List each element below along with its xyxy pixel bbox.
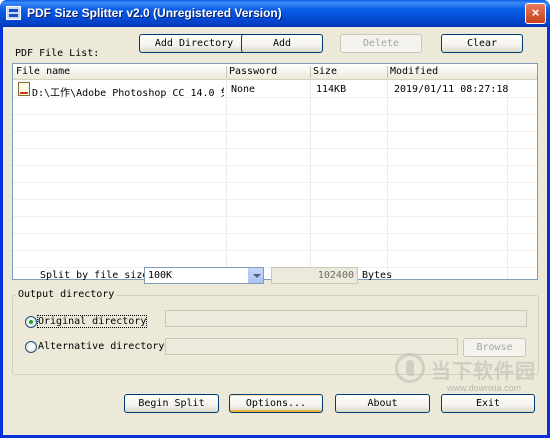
pdf-file-icon bbox=[18, 82, 30, 96]
column-header-password[interactable]: Password bbox=[229, 66, 277, 77]
add-button[interactable]: Add bbox=[241, 34, 323, 53]
pdf-file-list[interactable]: File name Password Size Modified D:\工作\A… bbox=[12, 63, 538, 280]
original-directory-field[interactable] bbox=[165, 310, 527, 327]
bytes-field[interactable]: 102400 bbox=[271, 267, 358, 284]
begin-split-button[interactable]: Begin Split bbox=[124, 394, 219, 413]
column-header-file-name[interactable]: File name bbox=[16, 66, 70, 77]
password-cell: None bbox=[231, 84, 256, 95]
column-header-size[interactable]: Size bbox=[313, 66, 337, 77]
close-button[interactable]: × bbox=[525, 3, 546, 24]
original-directory-label[interactable]: Original directory bbox=[36, 315, 148, 328]
bytes-unit-label: Bytes bbox=[362, 270, 393, 281]
chevron-down-icon[interactable] bbox=[248, 268, 263, 283]
split-by-size-label: Split by file size: bbox=[40, 270, 155, 281]
watermark-text: 当下软件园 bbox=[431, 359, 536, 383]
app-window: PDF Size Splitter v2.0 (Unregistered Ver… bbox=[0, 0, 550, 438]
size-cell: 114KB bbox=[316, 84, 347, 95]
options-button[interactable]: Options... bbox=[229, 394, 323, 413]
file-list-label: PDF File List: bbox=[15, 48, 100, 59]
alternative-directory-label[interactable]: Alternative directory bbox=[38, 341, 164, 352]
window-title: PDF Size Splitter v2.0 (Unregistered Ver… bbox=[27, 6, 282, 20]
alternative-directory-radio[interactable] bbox=[25, 341, 37, 353]
column-header-modified[interactable]: Modified bbox=[390, 66, 438, 77]
split-size-value: 100K bbox=[148, 270, 173, 281]
title-bar[interactable]: PDF Size Splitter v2.0 (Unregistered Ver… bbox=[0, 0, 550, 27]
file-name-cell: D:\工作\Adobe Photoshop CC 14.0 免... bbox=[32, 88, 224, 99]
delete-button[interactable]: Delete bbox=[340, 34, 422, 53]
add-directory-button[interactable]: Add Directory bbox=[139, 34, 249, 53]
table-row[interactable]: D:\工作\Adobe Photoshop CC 14.0 免... None … bbox=[13, 81, 537, 99]
split-size-dropdown[interactable]: 100K bbox=[144, 267, 264, 284]
watermark-url: www.downxia.com bbox=[447, 383, 522, 393]
original-directory-radio[interactable] bbox=[25, 316, 37, 328]
modified-cell: 2019/01/11 08:27:18 bbox=[394, 84, 509, 95]
list-header: File name Password Size Modified bbox=[13, 64, 537, 80]
output-directory-label: Output directory bbox=[16, 289, 117, 300]
app-icon[interactable] bbox=[6, 6, 21, 20]
watermark: 当下软件园 www.downxia.com bbox=[395, 353, 535, 405]
watermark-logo-icon bbox=[395, 353, 425, 383]
clear-button[interactable]: Clear bbox=[441, 34, 523, 53]
